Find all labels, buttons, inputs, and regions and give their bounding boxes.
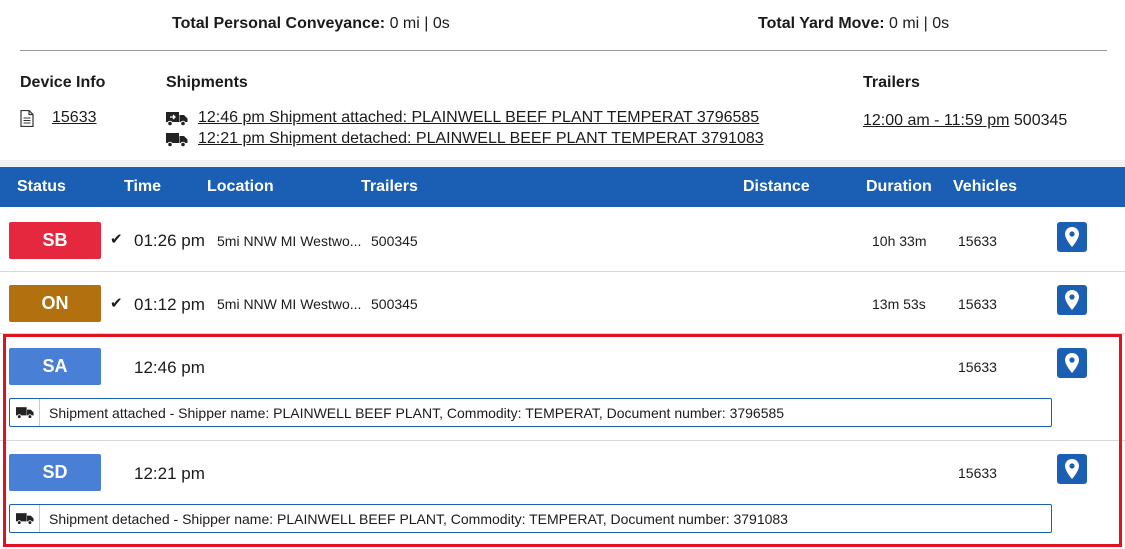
shipment-link[interactable]: 12:46 pm Shipment attached: PLAINWELL BE…: [198, 109, 759, 127]
trailer-id: 500345: [1013, 112, 1068, 129]
row-vehicle: 15633: [958, 359, 997, 375]
shipments-title: Shipments: [166, 74, 248, 91]
row-time: 12:21 pm: [134, 464, 205, 483]
truck-icon: [10, 505, 40, 532]
device-info-entry: 15633: [20, 109, 97, 127]
row-location: 5mi NNW MI Westwo...: [217, 233, 362, 249]
trailers-title: Trailers: [863, 74, 920, 91]
map-pin-icon: [1065, 227, 1079, 247]
shipment-detail-text: Shipment detached - Shipper name: PLAINW…: [49, 510, 788, 527]
map-pin-button[interactable]: [1057, 348, 1087, 378]
document-icon: [20, 109, 34, 127]
column-header-time[interactable]: Time: [124, 178, 161, 196]
truck-icon: [10, 399, 40, 426]
device-id-link[interactable]: 15633: [52, 109, 97, 127]
trailer-time-range-link[interactable]: 12:00 am - 11:59 pm: [863, 112, 1009, 129]
column-header-trailers[interactable]: Trailers: [361, 178, 418, 196]
row-vehicle: 15633: [958, 296, 997, 312]
map-pin-icon: [1065, 353, 1079, 373]
table-header: Status Time Location Trailers Distance D…: [0, 167, 1125, 207]
total-yard-move: Total Yard Move: 0 mi | 0s: [758, 15, 949, 33]
column-header-vehicles[interactable]: Vehicles: [953, 178, 1017, 196]
table-row[interactable]: ON ✔ 01:12 pm 5mi NNW MI Westwo... 50034…: [0, 272, 1125, 334]
total-personal-conveyance: Total Personal Conveyance: 0 mi | 0s: [172, 15, 450, 33]
map-pin-icon: [1065, 459, 1079, 479]
divider: [20, 50, 1107, 51]
row-vehicle: 15633: [958, 465, 997, 481]
truck-icon: [166, 132, 188, 147]
row-time: 12:46 pm: [134, 358, 205, 377]
checkmark-icon: ✔: [110, 231, 123, 248]
row-time: 01:12 pm: [134, 295, 205, 314]
row-vehicle: 15633: [958, 233, 997, 249]
checkmark-icon: ✔: [110, 295, 123, 312]
map-pin-button[interactable]: [1057, 285, 1087, 315]
total-personal-conveyance-value: 0 mi | 0s: [389, 15, 450, 32]
shipment-item: 12:21 pm Shipment detached: PLAINWELL BE…: [166, 130, 764, 148]
status-badge: SA: [9, 348, 101, 385]
map-pin-button[interactable]: [1057, 222, 1087, 252]
row-time: 01:26 pm: [134, 231, 205, 250]
map-pin-button[interactable]: [1057, 454, 1087, 484]
totals-row: Total Personal Conveyance: 0 mi | 0s Tot…: [0, 0, 1125, 48]
table-row[interactable]: SA 12:46 pm 15633 Shipment attached - Sh…: [0, 334, 1125, 441]
summary-panel: Total Personal Conveyance: 0 mi | 0s Tot…: [0, 0, 1125, 160]
column-header-duration[interactable]: Duration: [866, 178, 932, 196]
column-header-status[interactable]: Status: [17, 178, 66, 196]
status-badge: SD: [9, 454, 101, 491]
row-trailers: 500345: [371, 233, 418, 249]
total-yard-move-label: Total Yard Move:: [758, 15, 885, 32]
map-pin-icon: [1065, 290, 1079, 310]
device-info-title: Device Info: [20, 74, 106, 91]
shipment-link[interactable]: 12:21 pm Shipment detached: PLAINWELL BE…: [198, 130, 764, 148]
row-duration: 10h 33m: [872, 233, 927, 249]
row-duration: 13m 53s: [872, 296, 926, 312]
shipment-detail: Shipment attached - Shipper name: PLAINW…: [9, 398, 1052, 427]
status-badge: SB: [9, 222, 101, 259]
row-location: 5mi NNW MI Westwo...: [217, 296, 362, 312]
table-row[interactable]: SB ✔ 01:26 pm 5mi NNW MI Westwo... 50034…: [0, 207, 1125, 272]
trailer-entry: 12:00 am - 11:59 pm 500345: [863, 112, 1067, 130]
shipment-detail: Shipment detached - Shipper name: PLAINW…: [9, 504, 1052, 533]
row-trailers: 500345: [371, 296, 418, 312]
total-yard-move-value: 0 mi | 0s: [889, 15, 950, 32]
shipment-detail-text: Shipment attached - Shipper name: PLAINW…: [49, 404, 785, 421]
table-row[interactable]: SD 12:21 pm 15633 Shipment detached - Sh…: [0, 441, 1125, 549]
truck-icon: [166, 111, 188, 126]
column-header-distance[interactable]: Distance: [743, 178, 810, 196]
status-badge: ON: [9, 285, 101, 322]
total-personal-conveyance-label: Total Personal Conveyance:: [172, 15, 386, 32]
shipment-item: 12:46 pm Shipment attached: PLAINWELL BE…: [166, 109, 759, 127]
column-header-location[interactable]: Location: [207, 178, 274, 196]
